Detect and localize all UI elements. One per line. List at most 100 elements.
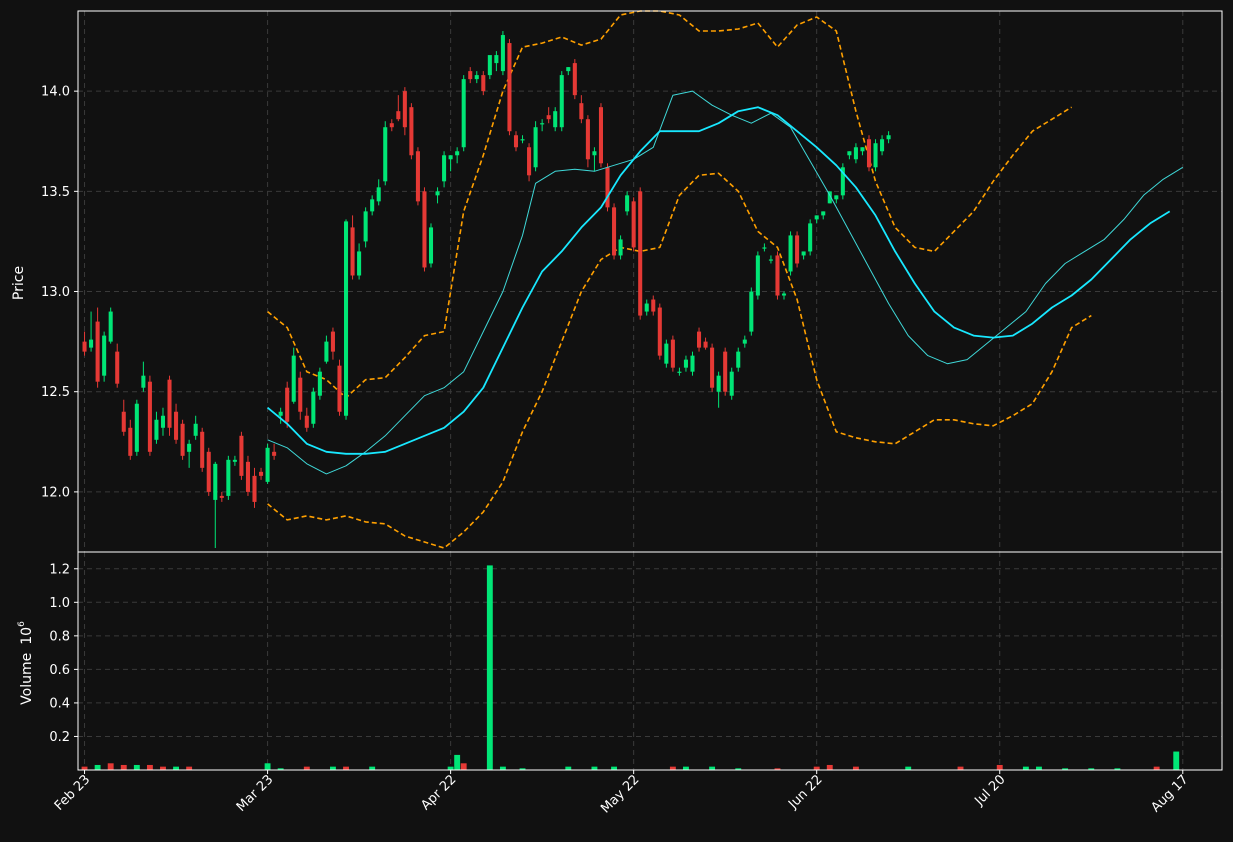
candle [265, 443, 270, 484]
candle-body [781, 293, 787, 296]
candle-body [337, 365, 342, 412]
candle [409, 103, 414, 160]
candle-body [729, 371, 734, 396]
candle-body [683, 359, 688, 368]
candle-body [141, 375, 146, 388]
candle [572, 59, 577, 100]
price-tick-label: 13.0 [41, 285, 70, 300]
candle-body [252, 475, 257, 502]
candle-body [481, 75, 486, 92]
candle [808, 219, 813, 256]
candle [775, 251, 780, 300]
candle-body [886, 135, 891, 140]
candle-body [651, 299, 656, 312]
candle-body [455, 151, 460, 156]
candle-body [507, 43, 512, 132]
volume-bar [683, 766, 689, 770]
candle-body [383, 127, 388, 182]
candle-body [834, 195, 839, 200]
candle-body [415, 151, 420, 202]
volume-axis-multiplier: 10 [19, 627, 35, 645]
candle-body [690, 355, 695, 372]
candle-body [474, 75, 479, 80]
candle-body [357, 251, 362, 276]
candle-body [167, 379, 172, 428]
volume-tick-label: 1.0 [49, 596, 70, 611]
candle-body [520, 139, 525, 141]
candle-body [350, 227, 355, 276]
candle [664, 339, 669, 368]
candle-body [95, 321, 100, 382]
candle-body [442, 155, 447, 182]
price-axis-label: Price [11, 266, 27, 300]
volume-bar [369, 766, 376, 770]
volume-bar [1022, 766, 1029, 770]
volume-bar [852, 766, 859, 770]
candle [415, 147, 420, 206]
candle [866, 135, 872, 172]
volume-bar [460, 763, 467, 770]
candle-body [559, 75, 564, 128]
volume-axis-exponent: 6 [17, 621, 27, 627]
candle-body [389, 123, 394, 128]
candle [605, 163, 610, 212]
volume-bar [486, 565, 493, 770]
candle [500, 31, 505, 76]
candle-body [102, 335, 107, 376]
candle-body [533, 127, 538, 168]
candle-body [259, 471, 264, 476]
candle [461, 75, 466, 152]
volume-bar [813, 766, 820, 770]
volume-tick-label: 0.2 [49, 730, 70, 745]
candle-body [193, 423, 198, 436]
candle [200, 427, 205, 472]
volume-bar [905, 766, 912, 770]
volume-bar [146, 764, 153, 770]
volume-bar [454, 754, 461, 770]
candle [507, 39, 512, 136]
candle-body [226, 459, 231, 496]
candle-body [847, 151, 852, 156]
volume-bar [957, 766, 964, 770]
candle-body [749, 291, 754, 332]
candle-body [736, 351, 741, 368]
candle [134, 399, 139, 456]
candle-body [317, 371, 322, 396]
candle-body [860, 147, 865, 152]
candle-body [370, 199, 375, 212]
volume-tick-label: 0.8 [49, 629, 70, 644]
volume-bar [303, 766, 310, 770]
volume-tick-label: 0.4 [49, 696, 70, 711]
candle-body [644, 303, 649, 312]
candle-body [187, 443, 192, 452]
candle-body [343, 221, 349, 416]
candle-body [206, 451, 211, 492]
volume-tick-label: 1.2 [49, 562, 70, 577]
candle [363, 207, 368, 248]
candle-body [592, 151, 597, 156]
candle [612, 203, 617, 260]
candle-body [291, 355, 296, 402]
stock-chart: 12.012.513.013.514.0 0.20.40.60.81.01.2 … [0, 0, 1233, 842]
candle [311, 387, 316, 428]
candle [180, 419, 185, 460]
candle [108, 307, 113, 344]
volume-axis-label-text: Volume [19, 653, 35, 705]
candle-body [853, 147, 858, 160]
candle [710, 343, 715, 392]
volume-bar [1153, 766, 1160, 770]
candle [422, 187, 427, 272]
candle-body [487, 55, 492, 76]
candle-body [808, 223, 813, 252]
candle-body [723, 351, 728, 392]
candle-body [579, 103, 584, 120]
candle-body [278, 411, 283, 416]
candle-body [500, 35, 505, 72]
candle-body [174, 411, 179, 440]
candle-body [285, 387, 290, 422]
candle [343, 219, 349, 420]
volume-bar [709, 766, 716, 770]
candle [226, 455, 231, 500]
candle [729, 367, 734, 400]
volume-bar [1036, 766, 1042, 770]
